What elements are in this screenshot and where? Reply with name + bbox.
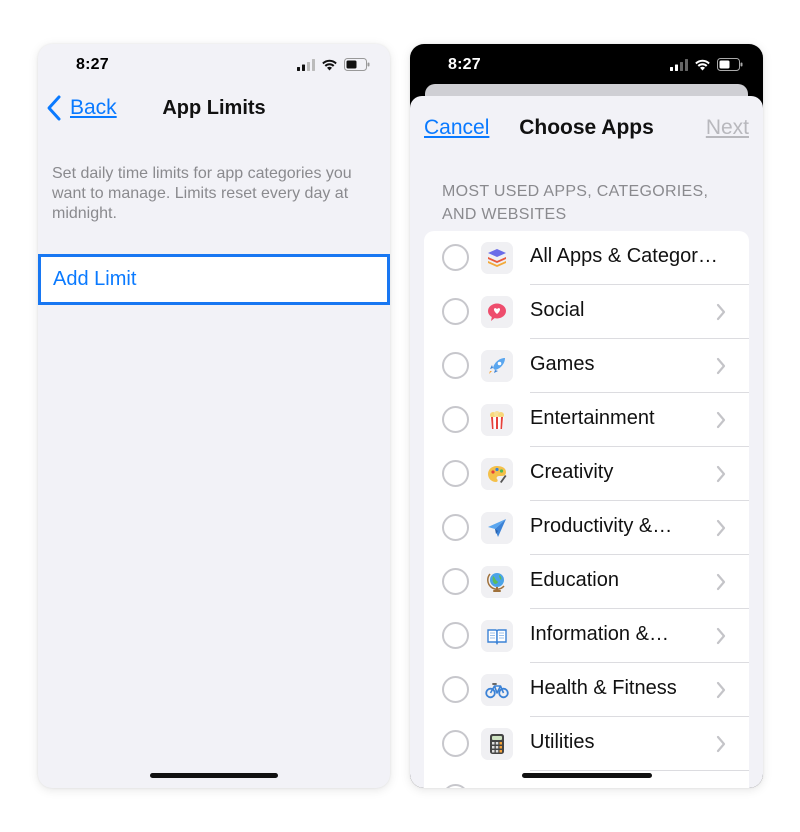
status-bar: 8:27 — [38, 44, 390, 86]
home-indicator[interactable] — [150, 773, 278, 778]
cellular-signal-icon — [297, 58, 315, 71]
radio-button[interactable] — [442, 244, 469, 271]
app-limits-screen: 8:27 Back App Limits Set daily time limi… — [38, 44, 390, 788]
radio-button[interactable] — [442, 460, 469, 487]
radio-button[interactable] — [442, 622, 469, 649]
radio-button[interactable] — [442, 784, 469, 788]
category-list: All Apps & Categor… Social Games Enterta… — [424, 231, 749, 788]
chevron-right-icon — [716, 681, 726, 699]
status-icons — [297, 58, 370, 71]
radio-button[interactable] — [442, 514, 469, 541]
list-item-creativity[interactable]: Creativity — [424, 447, 749, 501]
battery-icon — [344, 58, 370, 71]
home-indicator[interactable] — [521, 773, 652, 778]
row-label: Productivity &… — [530, 515, 673, 537]
globe-icon — [481, 566, 513, 598]
wifi-icon — [695, 59, 710, 70]
status-time: 8:27 — [76, 56, 109, 73]
cellular-signal-icon — [670, 58, 688, 71]
choose-apps-sheet: Cancel Choose Apps Next MOST USED APPS, … — [410, 96, 763, 788]
list-item-entertainment[interactable]: Entertainment — [424, 393, 749, 447]
chevron-right-icon — [716, 465, 726, 483]
chevron-right-icon — [716, 357, 726, 375]
chevron-right-icon — [716, 519, 726, 537]
stack-icon — [481, 242, 513, 274]
paper-plane-icon — [481, 512, 513, 544]
list-item-information[interactable]: Information &… — [424, 609, 749, 663]
radio-button[interactable] — [442, 406, 469, 433]
section-header: MOST USED APPS, CATEGORIES, AND WEBSITES — [442, 183, 709, 223]
status-icons — [670, 58, 743, 71]
choose-apps-screen: 8:27 Cancel Choose Apps Next MOST USED A… — [410, 44, 763, 788]
chat-bubble-heart-icon — [481, 296, 513, 328]
status-bar: 8:27 — [410, 44, 763, 86]
book-icon — [481, 620, 513, 652]
chevron-right-icon — [716, 573, 726, 591]
radio-button[interactable] — [442, 676, 469, 703]
bicycle-icon — [481, 674, 513, 706]
chevron-right-icon — [716, 303, 726, 321]
row-label: Information &… — [530, 623, 669, 645]
list-item-all-apps[interactable]: All Apps & Categor… — [424, 231, 749, 285]
description-text: Set daily time limits for app categories… — [52, 165, 352, 222]
list-item-utilities[interactable]: Utilities — [424, 717, 749, 771]
palette-icon — [481, 458, 513, 490]
list-item-health-fitness[interactable]: Health & Fitness — [424, 663, 749, 717]
row-label: All Apps & Categor… — [530, 245, 718, 267]
chevron-right-icon — [716, 627, 726, 645]
row-label: Entertainment — [530, 407, 655, 429]
row-label: Creativity — [530, 461, 614, 483]
radio-button[interactable] — [442, 730, 469, 757]
next-button[interactable]: Next — [706, 116, 749, 140]
add-limit-button[interactable]: Add Limit — [38, 254, 390, 305]
row-label: Games — [530, 353, 595, 375]
radio-button[interactable] — [442, 298, 469, 325]
radio-button[interactable] — [442, 352, 469, 379]
status-time: 8:27 — [448, 56, 481, 73]
list-item-games[interactable]: Games — [424, 339, 749, 393]
list-item-education[interactable]: Education — [424, 555, 749, 609]
rocket-icon — [481, 350, 513, 382]
row-label: Education — [530, 569, 619, 591]
page-title: App Limits — [162, 97, 266, 119]
list-item-social[interactable]: Social — [424, 285, 749, 339]
chevron-right-icon — [716, 411, 726, 429]
chevron-right-icon — [716, 735, 726, 753]
radio-button[interactable] — [442, 568, 469, 595]
popcorn-icon — [481, 404, 513, 436]
calculator-icon — [481, 728, 513, 760]
list-item-productivity[interactable]: Productivity &… — [424, 501, 749, 555]
row-label: Utilities — [530, 731, 595, 753]
wifi-icon — [322, 59, 337, 70]
row-label: Health & Fitness — [530, 677, 677, 699]
row-label: Social — [530, 299, 585, 321]
battery-icon — [717, 58, 743, 71]
